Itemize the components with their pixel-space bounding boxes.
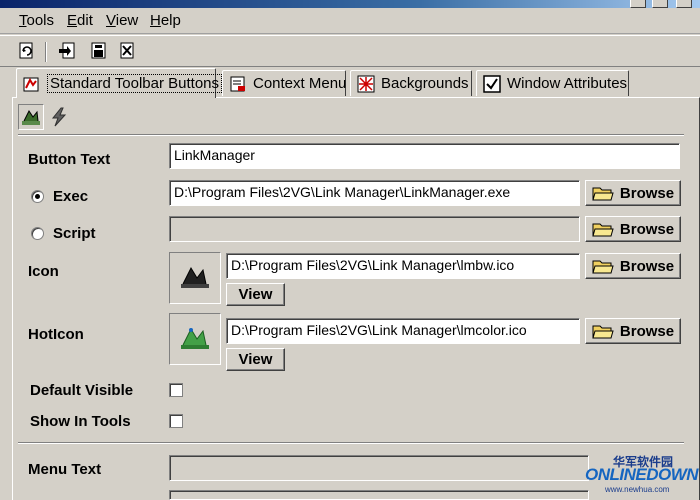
window-attributes-icon [483, 74, 501, 93]
backgrounds-icon [357, 75, 375, 93]
hoticon-browse-button[interactable]: Browse [585, 318, 681, 344]
hoticon-preview [169, 313, 221, 365]
next-row-input[interactable] [169, 490, 589, 500]
menu-tools[interactable]: Tools [19, 12, 54, 29]
folder-icon [592, 322, 614, 340]
delete-icon[interactable] [116, 40, 138, 62]
show-in-tools-checkbox[interactable] [169, 414, 183, 428]
script-browse-button[interactable]: Browse [585, 216, 681, 242]
divider [18, 134, 684, 136]
icon-view-button[interactable]: View [226, 283, 285, 306]
icon-label: Icon [28, 263, 59, 280]
script-radio[interactable] [31, 227, 44, 240]
main-toolbar [0, 35, 700, 67]
exec-browse-button[interactable]: Browse [585, 180, 681, 206]
menu-edit[interactable]: Edit [67, 12, 93, 29]
maximize-button[interactable] [652, 0, 668, 8]
onlinedown-watermark: 华军软件园 ONLINEDOWN www.newhua.com [585, 455, 699, 494]
lightning-icon[interactable] [46, 104, 72, 130]
title-bar [0, 0, 700, 8]
menu-text-input[interactable] [169, 455, 589, 481]
exec-radio[interactable] [31, 190, 44, 203]
script-path-input[interactable] [169, 216, 580, 242]
context-menu-icon [229, 75, 247, 93]
show-in-tools-label: Show In Tools [30, 413, 131, 430]
button-text-label: Button Text [28, 151, 111, 168]
linkmanager-color-icon [181, 327, 209, 349]
menu-view[interactable]: View [106, 12, 138, 29]
folder-icon [592, 257, 614, 275]
minimize-button[interactable] [630, 0, 646, 8]
menu-help[interactable]: Help [150, 12, 181, 29]
icon-path-input[interactable]: D:\Program Files\2VG\Link Manager\lmbw.i… [226, 253, 580, 279]
tab-strip: Standard Toolbar Buttons Context Menu Ba… [0, 68, 700, 98]
save-icon[interactable] [87, 40, 109, 62]
tab-context-menu[interactable]: Context Menu [222, 70, 346, 96]
default-visible-checkbox[interactable] [169, 383, 183, 397]
hoticon-view-button[interactable]: View [226, 348, 285, 371]
refresh-icon[interactable] [16, 40, 38, 62]
toolbar-button-icon [23, 75, 41, 93]
tab-backgrounds[interactable]: Backgrounds [350, 70, 472, 96]
divider [18, 442, 684, 444]
toolbar-separator [45, 42, 47, 62]
exec-path-input[interactable]: D:\Program Files\2VG\Link Manager\LinkMa… [169, 180, 580, 206]
menu-bar: Tools Edit View Help [0, 8, 700, 34]
default-visible-label: Default Visible [30, 382, 134, 399]
tab-standard-toolbar-buttons[interactable]: Standard Toolbar Buttons [16, 68, 223, 98]
toolbar-button-icon[interactable] [18, 104, 44, 130]
tab-window-attributes[interactable]: Window Attributes [476, 70, 629, 96]
hoticon-path-input[interactable]: D:\Program Files\2VG\Link Manager\lmcolo… [226, 318, 580, 344]
script-label: Script [53, 225, 96, 242]
menu-text-label: Menu Text [28, 461, 102, 478]
exec-label: Exec [53, 188, 89, 205]
button-subtoolbar [18, 104, 78, 130]
folder-icon [592, 184, 614, 202]
icon-preview [169, 252, 221, 304]
hoticon-label: HotIcon [28, 326, 84, 343]
linkmanager-bw-icon [181, 266, 209, 288]
folder-icon [592, 220, 614, 238]
button-text-input[interactable]: LinkManager [169, 143, 680, 169]
close-button[interactable] [676, 0, 692, 8]
import-icon[interactable] [56, 40, 78, 62]
icon-browse-button[interactable]: Browse [585, 253, 681, 279]
